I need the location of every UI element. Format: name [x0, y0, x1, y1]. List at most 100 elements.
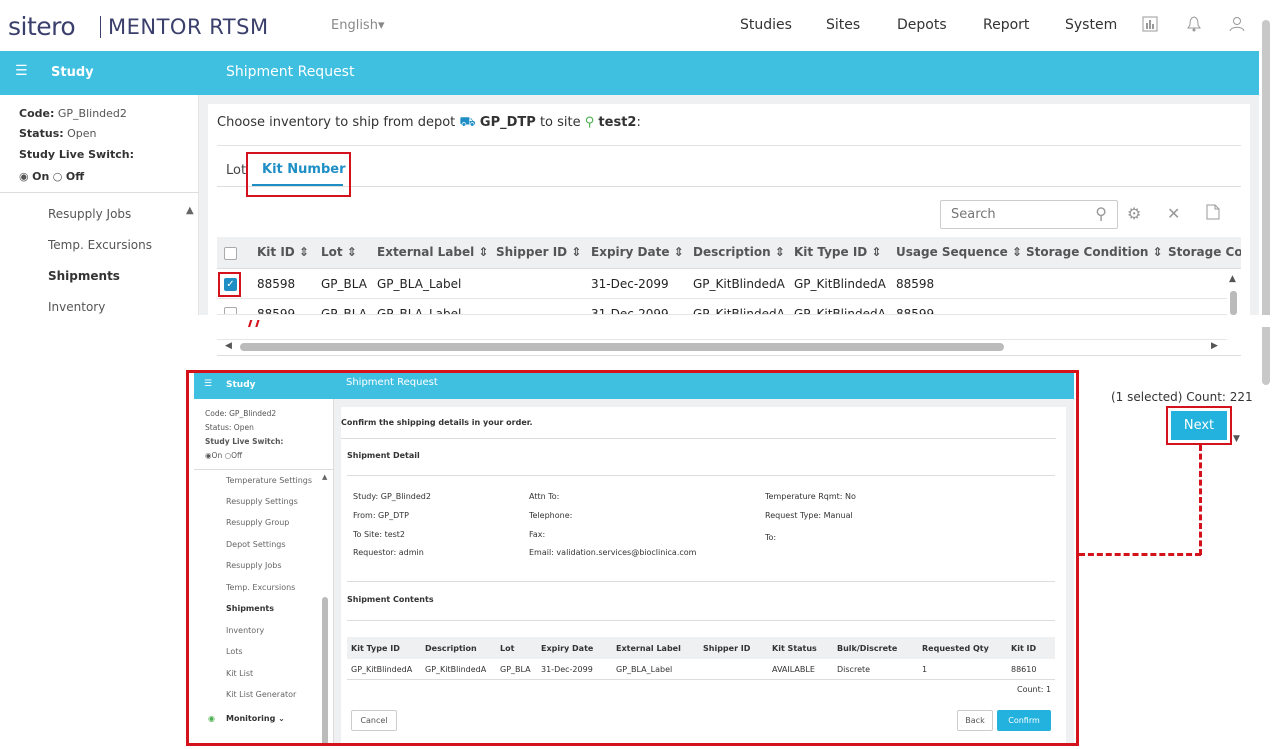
site-name: test2: [598, 115, 637, 130]
col-lot[interactable]: Lot ⇕: [321, 245, 357, 259]
inset-col[interactable]: Shipper ID: [703, 644, 750, 653]
inset-col[interactable]: Lot: [500, 644, 514, 653]
inset-monitoring[interactable]: Monitoring ⌄: [226, 714, 285, 723]
cancel-button[interactable]: Cancel: [351, 710, 397, 731]
menu-icon[interactable]: ☰: [204, 379, 212, 389]
search-box[interactable]: ⚲: [940, 200, 1118, 229]
inset-link[interactable]: Temperature Settings: [226, 476, 312, 485]
nav-report[interactable]: Report: [983, 17, 1029, 33]
sidebar-item-shipments[interactable]: Shipments: [48, 269, 120, 283]
page-header: Shipment Request: [199, 51, 1259, 95]
col-description[interactable]: Description ⇕: [693, 245, 785, 259]
inset-col[interactable]: Bulk/Discrete: [837, 644, 897, 653]
nav-sites[interactable]: Sites: [826, 17, 860, 33]
document-icon[interactable]: [1206, 204, 1220, 224]
col-external-label[interactable]: External Label ⇕: [377, 245, 489, 259]
cell-description: GP_KitBlindedA: [693, 307, 785, 315]
inset-sidebar-header: ☰ Study: [194, 373, 334, 399]
scroll-up-icon[interactable]: ▲: [322, 473, 327, 481]
search-icon[interactable]: ⚲: [1095, 204, 1107, 223]
bell-icon[interactable]: [1185, 16, 1203, 34]
inset-col[interactable]: Requested Qty: [922, 644, 989, 653]
radio-on[interactable]: ◉: [19, 170, 29, 183]
inset-link[interactable]: Resupply Settings: [226, 497, 298, 506]
inset-link[interactable]: Depot Settings: [226, 540, 286, 549]
select-all-checkbox[interactable]: [224, 247, 237, 260]
detail-fax: Fax:: [529, 530, 546, 539]
inset-link[interactable]: Kit List: [226, 669, 253, 678]
shipment-detail-heading: Shipment Detail: [347, 451, 420, 460]
inset-link[interactable]: Inventory: [226, 626, 264, 635]
sidebar-item-temp-excursions[interactable]: Temp. Excursions: [48, 238, 152, 252]
study-status: Status: Open: [19, 127, 97, 140]
search-input[interactable]: [951, 207, 1081, 222]
detail-telephone: Telephone:: [529, 511, 573, 520]
menu-icon[interactable]: ☰: [15, 63, 28, 79]
user-icon[interactable]: [1228, 16, 1246, 34]
confirm-button[interactable]: Confirm: [997, 710, 1051, 731]
detail-from: From: GP_DTP: [353, 511, 409, 520]
nav-studies[interactable]: Studies: [740, 17, 792, 33]
detail-to-site: To Site: test2: [353, 530, 406, 539]
sort-icon: ⇕: [571, 245, 582, 259]
logo: sitero: [8, 12, 76, 41]
inset-link[interactable]: Resupply Group: [226, 518, 289, 527]
row-checkbox[interactable]: [224, 307, 237, 314]
eye-icon: ◉: [208, 714, 215, 723]
inset-link[interactable]: Kit List Generator: [226, 690, 296, 699]
sidebar-scroll-up-icon[interactable]: ▲: [186, 205, 194, 216]
inset-link[interactable]: Lots: [226, 647, 243, 656]
col-storage-condition[interactable]: Storage Condition ⇕: [1026, 245, 1163, 259]
nav-system[interactable]: System: [1065, 17, 1117, 33]
sidebar-item-inventory[interactable]: Inventory: [48, 300, 105, 314]
scroll-right-icon[interactable]: ▶: [1211, 341, 1218, 351]
sidebar-item-resupply-jobs[interactable]: Resupply Jobs: [48, 207, 131, 221]
col-storage-cond[interactable]: Storage Cond: [1168, 245, 1241, 259]
inset-col[interactable]: Expiry Date: [541, 644, 593, 653]
inset-cell: 31-Dec-2099: [541, 665, 593, 674]
table-vertical-scrollbar[interactable]: [1230, 291, 1237, 315]
inset-sidebar-scrollbar[interactable]: [322, 597, 328, 743]
col-expiry-date-label: Expiry Date: [591, 245, 670, 259]
close-icon[interactable]: ✕: [1167, 204, 1180, 223]
col-expiry-date[interactable]: Expiry Date ⇕: [591, 245, 684, 259]
sidebar-divider: [0, 192, 199, 193]
status-label: Status:: [19, 127, 64, 140]
table-horizontal-scrollbar[interactable]: [240, 343, 1004, 351]
live-switch-text: Study Live Switch:: [19, 148, 134, 161]
language-selector[interactable]: English▾: [331, 18, 384, 33]
page-scroll-down-icon[interactable]: ▼: [1233, 434, 1240, 444]
table-scroll-up-icon[interactable]: ▲: [1229, 274, 1236, 284]
inset-page-header: Shipment Request: [334, 373, 1074, 399]
inset-col[interactable]: Description: [425, 644, 477, 653]
inset-col[interactable]: Kit Status: [772, 644, 817, 653]
inset-col[interactable]: Kit Type ID: [351, 644, 400, 653]
col-storage-condition-label: Storage Condition: [1026, 245, 1149, 259]
back-button[interactable]: Back: [957, 710, 993, 731]
radio-off[interactable]: ○: [53, 170, 63, 183]
scroll-left-icon[interactable]: ◀: [225, 341, 232, 351]
cell-expiry: 31-Dec-2099: [591, 307, 669, 315]
table-row[interactable]: ✓ 88598 GP_BLA GP_BLA_Label 31-Dec-2099 …: [217, 269, 1227, 299]
inset-link[interactable]: Resupply Jobs: [226, 561, 282, 570]
dashboard-icon[interactable]: [1141, 16, 1159, 34]
inset-col[interactable]: Kit ID: [1011, 644, 1036, 653]
col-usage-sequence[interactable]: Usage Sequence ⇕: [896, 245, 1022, 259]
product-name: MENTOR RTSM: [108, 15, 269, 39]
col-kit-type-id[interactable]: Kit Type ID ⇕: [794, 245, 882, 259]
inset-sidebar: ☰ Study Code: GP_Blinded2 Status: Open S…: [194, 373, 334, 743]
inset-status: Status: Open: [205, 423, 254, 432]
tab-lot[interactable]: Lot: [226, 163, 246, 178]
col-shipper-id[interactable]: Shipper ID ⇕: [496, 245, 581, 259]
inset-link-shipments[interactable]: Shipments: [226, 604, 274, 613]
gear-icon[interactable]: ⚙: [1127, 204, 1141, 223]
table-row[interactable]: 88599 GP_BLA GP_BLA_Label 31-Dec-2099 GP…: [217, 299, 1227, 315]
inset-page-title: Shipment Request: [346, 377, 438, 388]
inset-link[interactable]: Temp. Excursions: [226, 583, 295, 592]
inset-col[interactable]: External Label: [616, 644, 681, 653]
nav-depots[interactable]: Depots: [897, 17, 947, 33]
page-scrollbar[interactable]: [1262, 20, 1270, 385]
cell-lot: GP_BLA: [321, 307, 367, 315]
col-kit-id[interactable]: Kit ID ⇕: [257, 245, 309, 259]
inset-divider: [347, 475, 1055, 476]
